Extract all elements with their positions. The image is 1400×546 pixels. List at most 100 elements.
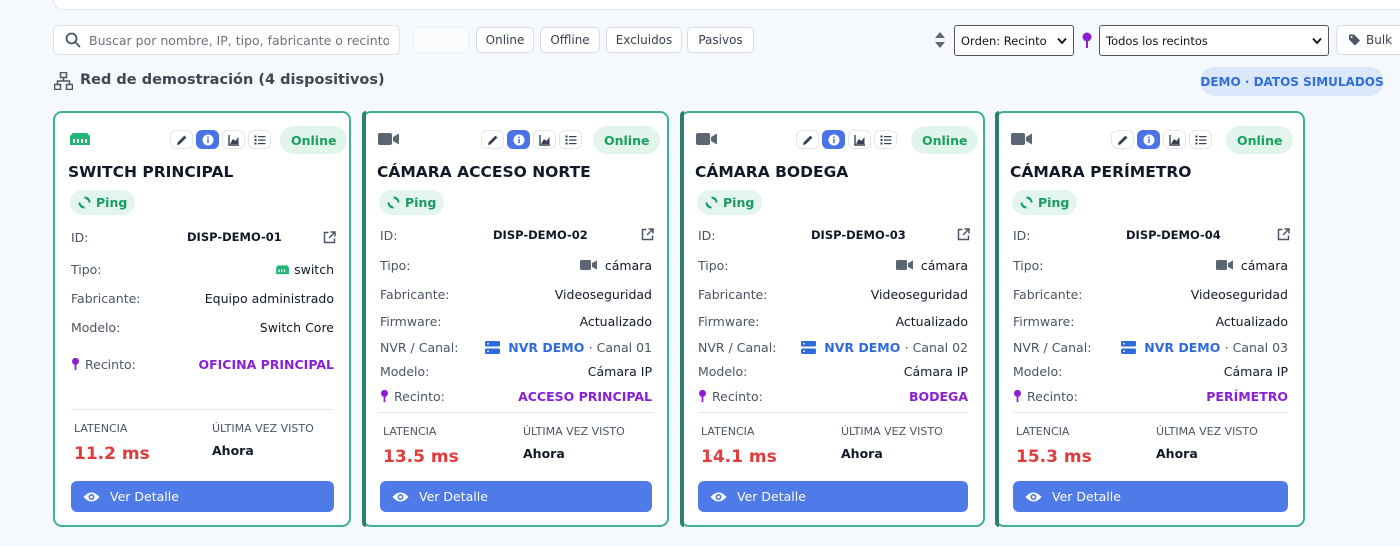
nvr-link[interactable]: NVR DEMO · Canal 03 [1121, 340, 1288, 355]
chart-icon[interactable] [222, 130, 245, 149]
card-actions [170, 130, 271, 149]
eye-icon [1025, 491, 1052, 503]
section-title: Red de demostración (4 dispositivos) [80, 72, 385, 88]
row-venue: Recinto: PERÍMETRO [1013, 387, 1288, 405]
row-type: Tipo: cámara [698, 256, 968, 274]
row-id: ID: DISP-DEMO-01 [71, 228, 334, 246]
tags-icon [1349, 34, 1360, 46]
ping-button[interactable]: Ping [1012, 190, 1078, 215]
venue-value[interactable]: ACCESO PRINCIPAL [518, 389, 652, 404]
ping-button[interactable]: Ping [379, 190, 445, 215]
camera-icon [378, 131, 400, 147]
search-input[interactable] [89, 32, 389, 48]
bulk-button[interactable]: Bulk [1336, 25, 1400, 55]
filter-online-button[interactable]: Online [476, 27, 534, 53]
toolbar: Online Offline Excluidos Pasivos Orden: … [53, 25, 1400, 56]
venue-select[interactable]: Todos los recintos [1099, 25, 1329, 56]
hidden-filter-button[interactable] [413, 27, 469, 53]
card-actions [481, 130, 582, 149]
type-label: Tipo: [71, 261, 102, 277]
last-seen-value: Ahora [523, 446, 565, 461]
last-seen-label: ÚLTIMA VEZ VISTO [212, 422, 314, 435]
search-icon [65, 32, 81, 48]
view-detail-button[interactable]: Ver Detalle [1013, 481, 1288, 512]
sort-select[interactable]: Orden: Recinto [954, 25, 1074, 56]
external-link-icon[interactable] [1277, 226, 1290, 241]
chart-icon[interactable] [1163, 130, 1186, 149]
ping-button[interactable]: Ping [70, 190, 136, 215]
external-link-icon[interactable] [323, 229, 336, 244]
list-icon[interactable] [248, 130, 271, 149]
filter-excluded-button[interactable]: Excluidos [606, 27, 682, 53]
view-detail-label: Ver Detalle [737, 489, 806, 504]
chart-icon[interactable] [533, 130, 556, 149]
nvr-name: NVR DEMO [1144, 339, 1221, 355]
device-type-text: switch [294, 261, 334, 277]
manufacturer-value: Videoseguridad [870, 286, 968, 302]
info-icon[interactable] [196, 130, 219, 149]
device-type: cámara [579, 258, 652, 273]
filter-offline-button[interactable]: Offline [540, 27, 600, 53]
edit-icon[interactable] [481, 130, 504, 149]
camera-icon [1011, 131, 1033, 147]
manufacturer-label: Fabricante: [1013, 286, 1083, 302]
divider [698, 412, 968, 413]
external-link-icon[interactable] [641, 226, 654, 241]
list-icon[interactable] [559, 130, 582, 149]
firmware-label: Firmware: [380, 313, 442, 329]
venue-label: Recinto: [71, 357, 136, 372]
chart-icon[interactable] [848, 130, 871, 149]
edit-icon[interactable] [170, 130, 193, 149]
type-label: Tipo: [1013, 257, 1044, 273]
row-model: Modelo: Cámara IP [698, 362, 968, 380]
view-detail-button[interactable]: Ver Detalle [380, 481, 652, 512]
network-icon [54, 72, 73, 90]
manufacturer-label: Fabricante: [698, 286, 768, 302]
ping-label: Ping [405, 195, 437, 210]
row-manufacturer: Fabricante: Videoseguridad [380, 285, 652, 303]
demo-badge: DEMO · DATOS SIMULADOS [1200, 67, 1384, 96]
search-box[interactable] [53, 25, 400, 55]
last-seen-label: ÚLTIMA VEZ VISTO [523, 425, 625, 438]
info-icon[interactable] [1137, 130, 1160, 149]
info-icon[interactable] [822, 130, 845, 149]
card-actions [1111, 130, 1212, 149]
status-badge: Online [911, 126, 979, 154]
map-pin-icon [698, 389, 712, 403]
venue-value[interactable]: OFICINA PRINCIPAL [198, 357, 334, 372]
ping-button[interactable]: Ping [697, 190, 763, 215]
list-icon[interactable] [1189, 130, 1212, 149]
divider [1013, 412, 1288, 413]
model-label: Modelo: [1013, 363, 1063, 379]
nvr-label: NVR / Canal: [698, 339, 777, 355]
view-detail-button[interactable]: Ver Detalle [698, 481, 968, 512]
row-manufacturer: Fabricante: Equipo administrado [71, 289, 334, 307]
nvr-link[interactable]: NVR DEMO · Canal 02 [801, 340, 968, 355]
row-firmware: Firmware: Actualizado [1013, 312, 1288, 330]
model-value: Cámara IP [903, 363, 968, 379]
view-detail-button[interactable]: Ver Detalle [71, 481, 334, 512]
venue-value[interactable]: PERÍMETRO [1206, 389, 1288, 404]
device-id: DISP-DEMO-04 [1126, 228, 1221, 242]
nvr-link[interactable]: NVR DEMO · Canal 01 [485, 340, 652, 355]
view-detail-label: Ver Detalle [419, 489, 488, 504]
switch-icon [69, 131, 91, 147]
ping-label: Ping [1038, 195, 1070, 210]
filter-passive-button[interactable]: Pasivos [687, 27, 754, 53]
info-icon[interactable] [507, 130, 530, 149]
venue-value[interactable]: BODEGA [909, 389, 968, 404]
device-type-text: cámara [920, 257, 968, 273]
latency-label: LATENCIA [74, 422, 128, 435]
venue-label-text: Recinto: [85, 356, 136, 372]
device-id: DISP-DEMO-02 [493, 228, 588, 242]
latency-label: LATENCIA [701, 425, 755, 438]
row-id: ID: DISP-DEMO-04 [1013, 226, 1288, 244]
camera-icon [696, 131, 718, 147]
row-venue: Recinto: OFICINA PRINCIPAL [71, 355, 334, 373]
firmware-label: Firmware: [698, 313, 760, 329]
row-manufacturer: Fabricante: Videoseguridad [698, 285, 968, 303]
list-icon[interactable] [874, 130, 897, 149]
edit-icon[interactable] [796, 130, 819, 149]
edit-icon[interactable] [1111, 130, 1134, 149]
external-link-icon[interactable] [957, 226, 970, 241]
